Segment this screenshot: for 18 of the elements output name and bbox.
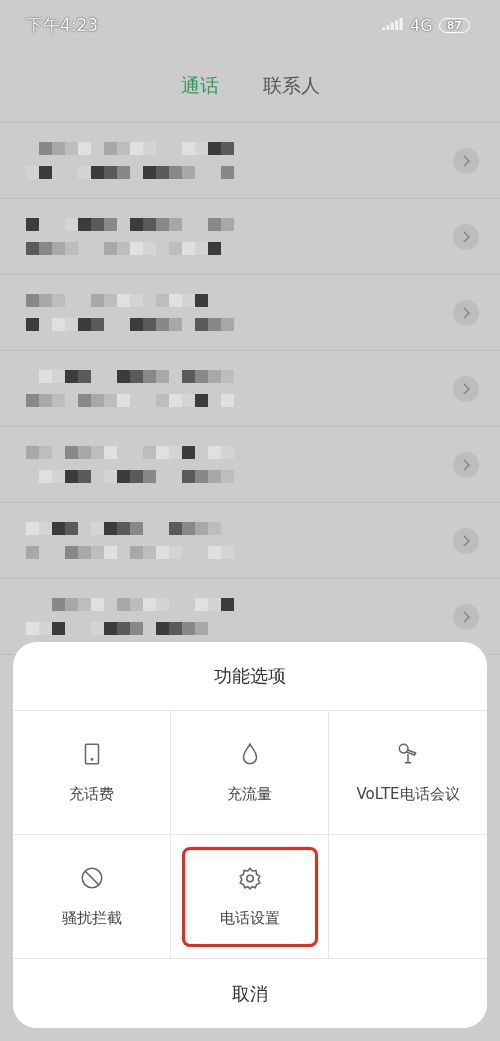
chevron-icon[interactable]	[452, 450, 480, 479]
option-tile[interactable]: 充话费	[13, 711, 170, 834]
chevron-icon[interactable]	[452, 526, 480, 555]
option-tile[interactable]: 骚扰拦截	[13, 835, 170, 958]
chevron-icon[interactable]	[452, 602, 480, 631]
chevron-icon[interactable]	[452, 298, 480, 327]
status-time: 下午4:23	[26, 13, 99, 37]
option-tile[interactable]: 电话设置	[181, 846, 318, 947]
option-tile[interactable]: 充流量	[171, 711, 328, 834]
settings-icon	[236, 865, 263, 891]
chevron-icon[interactable]	[452, 374, 480, 403]
network-label: 4G	[410, 15, 433, 35]
signal-icon	[382, 18, 405, 32]
option-tile[interactable]: VoLTE电话会议	[329, 711, 487, 834]
sheet-title: 功能选项	[214, 664, 286, 688]
chevron-icon[interactable]	[452, 222, 480, 251]
tab[interactable]: 联系人	[262, 73, 320, 99]
chevron-icon[interactable]	[452, 146, 480, 175]
